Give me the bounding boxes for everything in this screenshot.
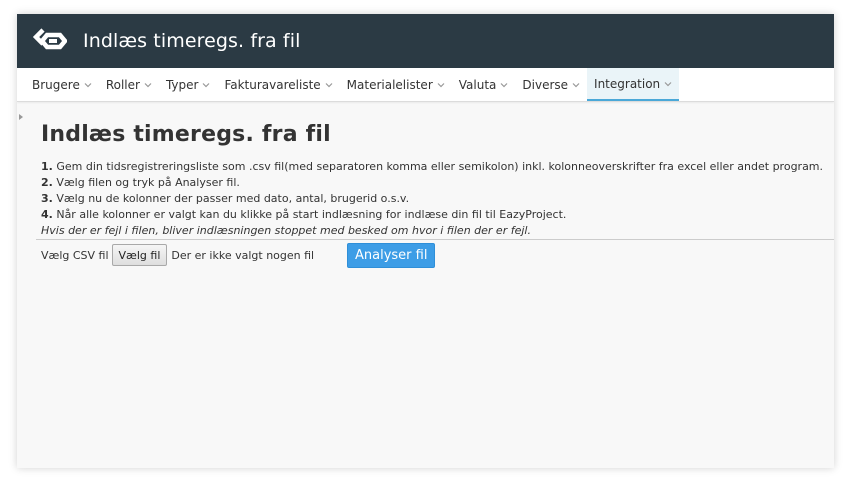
eazyproject-logo-icon[interactable] xyxy=(33,24,67,58)
nav-item-label: Diverse xyxy=(522,77,569,92)
nav-item-materialelister[interactable]: Materialelister xyxy=(340,68,452,101)
analyse-file-button[interactable]: Analyser fil xyxy=(347,243,436,268)
nav-item-integration[interactable]: Integration xyxy=(587,68,680,101)
file-label: Vælg CSV fil xyxy=(41,248,109,262)
nav-item-valuta[interactable]: Valuta xyxy=(452,68,516,101)
chevron-down-icon xyxy=(203,82,210,87)
app-window: Indlæs timeregs. fra fil Brugere Roller … xyxy=(17,14,834,468)
instructions: 1. Gem din tidsregistreringsliste som .c… xyxy=(41,159,834,239)
chevron-down-icon xyxy=(664,81,672,86)
main-navbar: Brugere Roller Typer Fakturavareliste Ma… xyxy=(17,68,834,102)
nav-item-label: Typer xyxy=(165,77,199,92)
chevron-down-icon xyxy=(572,82,580,87)
chevron-down-icon xyxy=(500,82,508,87)
chevron-down-icon xyxy=(84,82,92,87)
nav-item-label: Brugere xyxy=(32,77,80,92)
instruction-step: 3. Vælg nu de kolonner der passer med da… xyxy=(41,192,410,205)
title-bar: Indlæs timeregs. fra fil xyxy=(17,14,834,68)
nav-item-label: Materialelister xyxy=(346,77,433,92)
nav-item-diverse[interactable]: Diverse xyxy=(515,68,587,101)
nav-item-brugere[interactable]: Brugere xyxy=(25,68,99,101)
instruction-step: 1. Gem din tidsregistreringsliste som .c… xyxy=(41,160,824,173)
instruction-step: 4. Når alle kolonner er valgt kan du kli… xyxy=(41,208,567,221)
app-title: Indlæs timeregs. fra fil xyxy=(83,30,301,52)
nav-item-label: Integration xyxy=(594,76,661,91)
nav-item-fakturavareliste[interactable]: Fakturavareliste xyxy=(217,68,339,101)
nav-item-label: Fakturavareliste xyxy=(224,77,321,92)
file-picker: Vælg CSV fil Vælg fil Der er ikke valgt … xyxy=(41,244,314,266)
chevron-down-icon xyxy=(437,82,445,87)
page-title: Indlæs timeregs. fra fil xyxy=(41,122,331,147)
nav-item-typer[interactable]: Typer xyxy=(159,68,218,101)
file-status: Der er ikke valgt nogen fil xyxy=(171,248,315,262)
main-content: Indlæs timeregs. fra fil 1. Gem din tids… xyxy=(17,102,834,239)
choose-file-button[interactable]: Vælg fil xyxy=(111,244,168,266)
divider xyxy=(36,239,834,240)
instruction-step: 2. Vælg filen og tryk på Analyser fil. xyxy=(41,176,240,189)
nav-item-label: Roller xyxy=(105,77,140,92)
error-note: Hvis der er fejl i filen, bliver indlæsn… xyxy=(41,224,531,237)
nav-item-label: Valuta xyxy=(458,77,497,92)
chevron-down-icon xyxy=(144,82,152,87)
chevron-down-icon xyxy=(325,82,333,87)
nav-item-roller[interactable]: Roller xyxy=(99,68,159,101)
